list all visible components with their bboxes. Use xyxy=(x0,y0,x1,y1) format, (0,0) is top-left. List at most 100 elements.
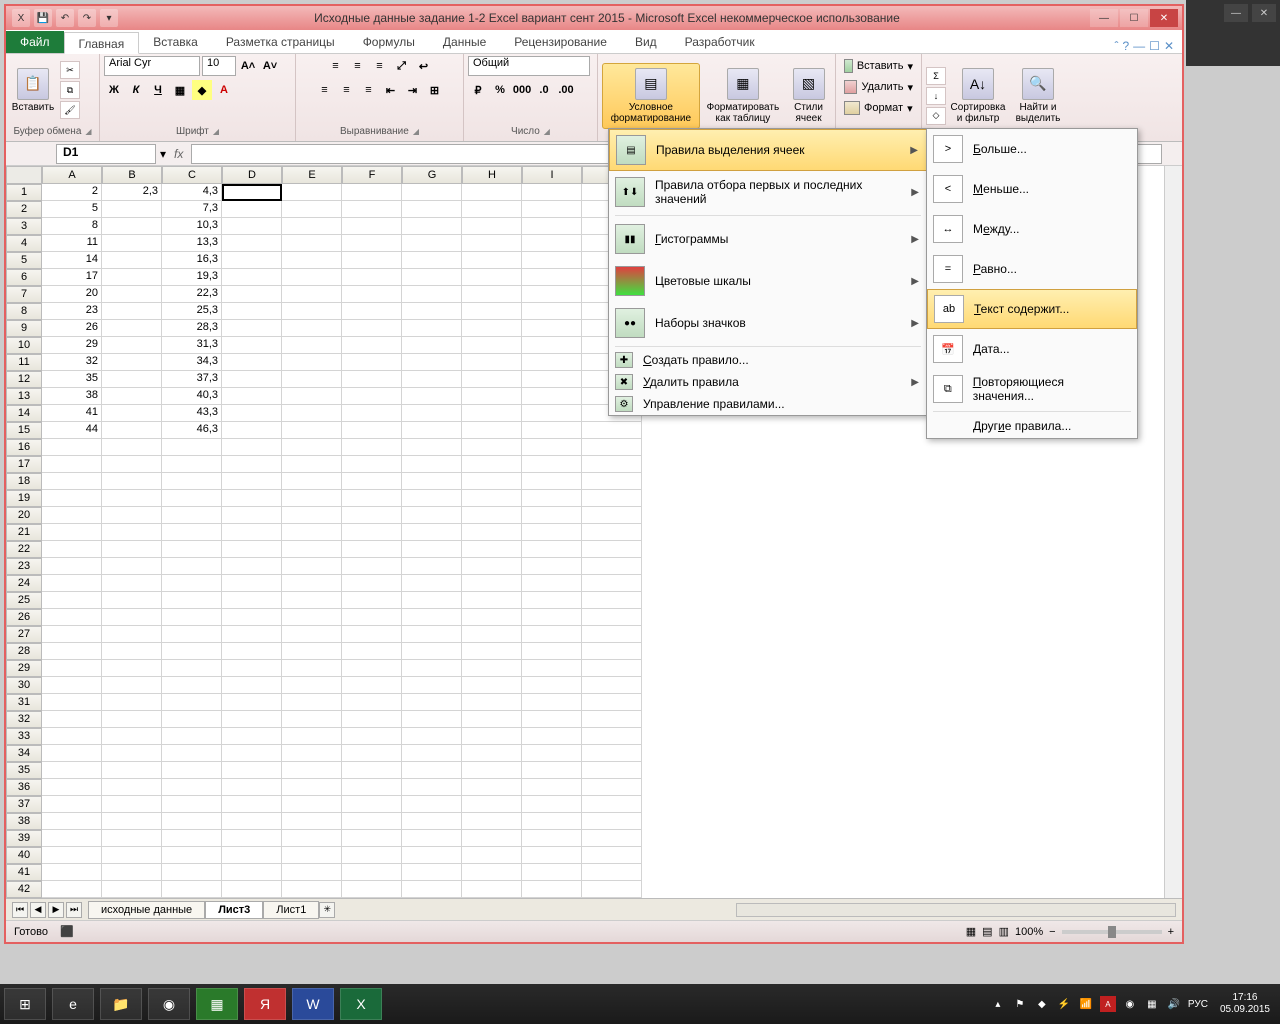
cell[interactable] xyxy=(162,626,222,643)
tray-adobe-icon[interactable]: A xyxy=(1100,996,1116,1012)
cell[interactable] xyxy=(222,575,282,592)
cell[interactable] xyxy=(342,847,402,864)
cell[interactable] xyxy=(462,847,522,864)
row-header[interactable]: 16 xyxy=(6,439,42,456)
cell[interactable] xyxy=(522,218,582,235)
cell[interactable] xyxy=(342,864,402,881)
tray-icon[interactable]: ◆ xyxy=(1034,996,1050,1012)
cell[interactable] xyxy=(342,303,402,320)
cells-insert-button[interactable]: Вставить ▾ xyxy=(840,56,917,76)
cell[interactable] xyxy=(402,626,462,643)
cell[interactable] xyxy=(342,813,402,830)
bg-min-icon[interactable]: — xyxy=(1224,4,1248,22)
cell[interactable] xyxy=(462,813,522,830)
paste-button[interactable]: 📋 Вставить xyxy=(10,57,56,123)
cell[interactable]: 46,3 xyxy=(162,422,222,439)
cell[interactable]: 2,3 xyxy=(102,184,162,201)
cell[interactable] xyxy=(582,473,642,490)
taskbar-app1-icon[interactable]: ▦ xyxy=(196,988,238,1020)
cell[interactable] xyxy=(282,711,342,728)
cell[interactable] xyxy=(582,694,642,711)
zoom-out-icon[interactable]: − xyxy=(1049,926,1055,938)
cell[interactable] xyxy=(462,762,522,779)
row-header[interactable]: 19 xyxy=(6,490,42,507)
tray-icon[interactable]: ◉ xyxy=(1122,996,1138,1012)
cell[interactable]: 5 xyxy=(42,201,102,218)
cell[interactable] xyxy=(162,439,222,456)
font-color-button[interactable]: A xyxy=(214,80,234,100)
cell[interactable] xyxy=(342,745,402,762)
row-header[interactable]: 32 xyxy=(6,711,42,728)
cell[interactable] xyxy=(342,218,402,235)
cell[interactable] xyxy=(462,507,522,524)
cell[interactable]: 35 xyxy=(42,371,102,388)
number-launcher-icon[interactable]: ◢ xyxy=(544,127,550,136)
cell[interactable] xyxy=(42,711,102,728)
align-right-icon[interactable]: ≡ xyxy=(359,80,379,100)
cell[interactable] xyxy=(462,490,522,507)
fill-color-button[interactable]: ◆ xyxy=(192,80,212,100)
underline-button[interactable]: Ч xyxy=(148,80,168,100)
cell[interactable] xyxy=(222,201,282,218)
cell[interactable] xyxy=(522,524,582,541)
cell[interactable] xyxy=(582,813,642,830)
bold-button[interactable]: Ж xyxy=(104,80,124,100)
minimize-button[interactable]: — xyxy=(1090,9,1118,27)
cell[interactable] xyxy=(162,694,222,711)
cell[interactable] xyxy=(522,677,582,694)
cell[interactable] xyxy=(282,201,342,218)
cell[interactable] xyxy=(462,677,522,694)
submenu-less-than[interactable]: <Меньше... xyxy=(927,169,1137,209)
cell[interactable] xyxy=(522,456,582,473)
row-header[interactable]: 11 xyxy=(6,354,42,371)
align-middle-icon[interactable]: ≡ xyxy=(348,56,368,76)
cell[interactable] xyxy=(222,252,282,269)
cell[interactable] xyxy=(582,541,642,558)
cell[interactable] xyxy=(522,575,582,592)
cell[interactable]: 10,3 xyxy=(162,218,222,235)
cell[interactable] xyxy=(522,541,582,558)
row-header[interactable]: 15 xyxy=(6,422,42,439)
cell[interactable] xyxy=(102,643,162,660)
cell[interactable] xyxy=(342,252,402,269)
cell[interactable] xyxy=(42,881,102,898)
cell[interactable] xyxy=(522,762,582,779)
cell[interactable] xyxy=(582,524,642,541)
cell[interactable] xyxy=(102,490,162,507)
cell[interactable] xyxy=(102,575,162,592)
cell[interactable] xyxy=(342,626,402,643)
cell[interactable] xyxy=(42,490,102,507)
cell[interactable] xyxy=(402,422,462,439)
align-left-icon[interactable]: ≡ xyxy=(315,80,335,100)
cell[interactable] xyxy=(342,456,402,473)
tray-icon[interactable]: ▦ xyxy=(1144,996,1160,1012)
cell[interactable] xyxy=(282,218,342,235)
cell[interactable] xyxy=(102,269,162,286)
cell[interactable] xyxy=(402,643,462,660)
sheet-tab[interactable]: Лист3 xyxy=(205,901,263,919)
cell[interactable] xyxy=(282,830,342,847)
border-button[interactable]: ▦ xyxy=(170,80,190,100)
cell[interactable] xyxy=(222,320,282,337)
cell[interactable] xyxy=(102,711,162,728)
cell[interactable] xyxy=(282,575,342,592)
cell[interactable] xyxy=(282,388,342,405)
tab-pagelayout[interactable]: Разметка страницы xyxy=(212,31,349,53)
cell[interactable]: 22,3 xyxy=(162,286,222,303)
row-header[interactable]: 29 xyxy=(6,660,42,677)
cell[interactable]: 26 xyxy=(42,320,102,337)
cell[interactable] xyxy=(462,881,522,898)
tray-up-icon[interactable]: ▴ xyxy=(990,996,1006,1012)
cell[interactable] xyxy=(222,592,282,609)
cell[interactable] xyxy=(342,541,402,558)
cell[interactable] xyxy=(522,694,582,711)
copy-icon[interactable]: ⧉ xyxy=(60,81,80,99)
row-header[interactable]: 8 xyxy=(6,303,42,320)
cell[interactable] xyxy=(42,677,102,694)
cell[interactable] xyxy=(402,762,462,779)
cell[interactable] xyxy=(42,575,102,592)
font-name-select[interactable]: Arial Cyr xyxy=(104,56,200,76)
cell[interactable] xyxy=(402,184,462,201)
cell[interactable] xyxy=(222,660,282,677)
row-header[interactable]: 41 xyxy=(6,864,42,881)
